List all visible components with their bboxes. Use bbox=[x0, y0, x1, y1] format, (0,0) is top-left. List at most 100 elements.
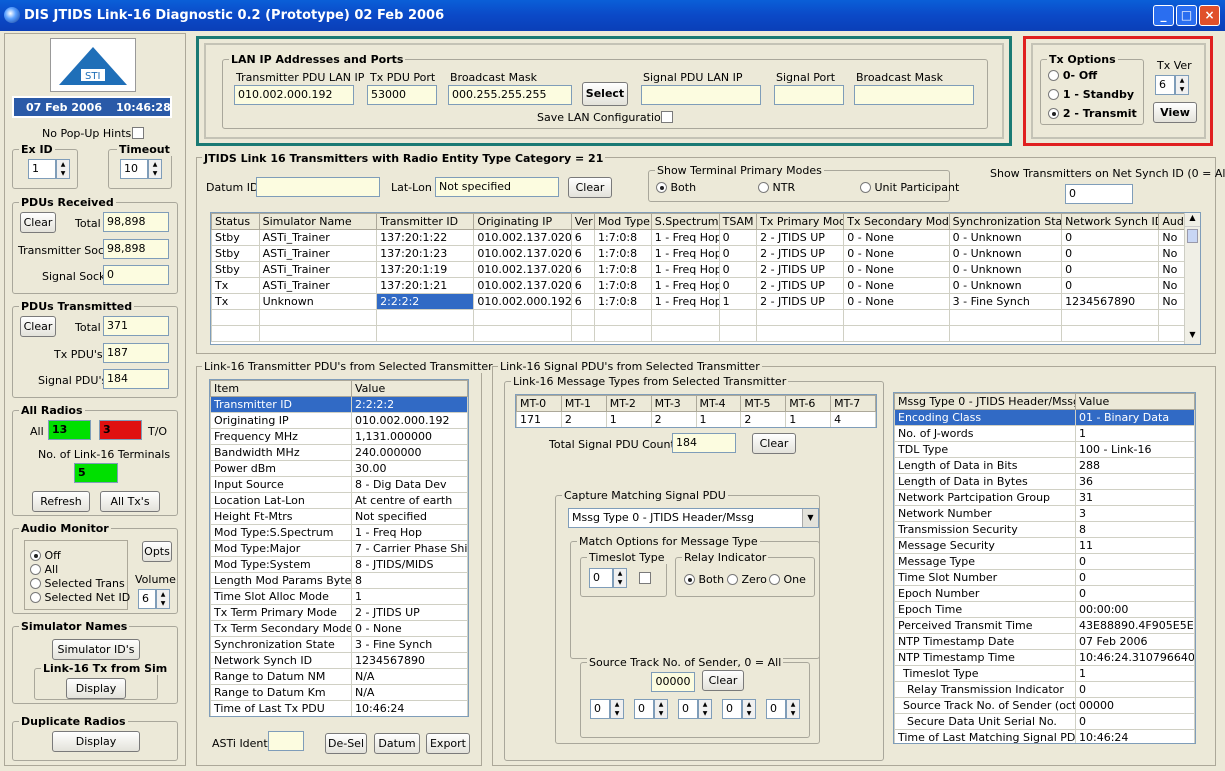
column-header[interactable]: Status bbox=[211, 213, 260, 230]
signal-clear-button[interactable]: Clear bbox=[752, 433, 796, 454]
list-item[interactable]: NTP Timestamp Time 10:46:24.310796640 bbox=[894, 649, 1195, 666]
datum-clear-button[interactable]: Clear bbox=[568, 177, 612, 198]
exid-spinner[interactable]: ▲ ▼ bbox=[56, 159, 70, 179]
sig-ip-input[interactable] bbox=[641, 85, 761, 105]
mode-both-radio[interactable]: Both bbox=[656, 181, 696, 194]
list-item[interactable]: No. of J-words 1 bbox=[894, 425, 1195, 442]
tx-off-radio[interactable]: 0- Off bbox=[1048, 69, 1097, 82]
octal-digit-spinner[interactable]: ▲ ▼ bbox=[786, 699, 800, 719]
list-item[interactable]: Time of Last Matching Signal PDU 10:46:24 bbox=[894, 729, 1195, 743]
net-synch-input[interactable]: 0 bbox=[1065, 184, 1133, 204]
column-header[interactable]: Transmitter ID bbox=[376, 213, 475, 230]
column-header[interactable]: Simulator Name bbox=[258, 213, 378, 230]
desel-button[interactable]: De-Sel bbox=[325, 733, 367, 754]
list-item[interactable]: Message Type 0 bbox=[894, 553, 1195, 570]
scroll-thumb[interactable] bbox=[1187, 229, 1198, 243]
dup-display-button[interactable]: Display bbox=[52, 731, 140, 752]
list-item[interactable]: Network Number 3 bbox=[894, 505, 1195, 522]
column-header[interactable]: Ver bbox=[570, 213, 595, 230]
column-header[interactable]: Tx Secondary Mode bbox=[843, 213, 950, 230]
opts-button[interactable]: Opts bbox=[142, 541, 172, 562]
simulator-ids-button[interactable]: Simulator ID's bbox=[52, 639, 140, 660]
list-item[interactable]: Tx Term Secondary Mode 0 - None bbox=[210, 620, 468, 637]
all-txs-button[interactable]: All Tx's bbox=[100, 491, 160, 512]
octal-digit-spinner[interactable]: ▲ ▼ bbox=[742, 699, 756, 719]
column-header[interactable]: Mod Type bbox=[593, 213, 652, 230]
list-item[interactable]: Originating IP 010.002.000.192 bbox=[210, 412, 468, 429]
octal-digit-input[interactable]: 0 bbox=[766, 699, 786, 719]
list-item[interactable]: Synchronization State 3 - Fine Synch bbox=[210, 636, 468, 653]
refresh-button[interactable]: Refresh bbox=[32, 491, 90, 512]
maximize-button[interactable]: □ bbox=[1176, 5, 1197, 26]
list-item[interactable]: Time of Last Tx PDU 10:46:24 bbox=[210, 700, 468, 716]
audio-all-radio[interactable]: All bbox=[30, 563, 58, 576]
tx-transmit-radio[interactable]: 2 - Transmit bbox=[1048, 107, 1137, 120]
message-types-table[interactable]: MT-0 MT-1 MT-2 MT-3 MT-4 MT-5 MT-6 MT-7 171 2 1 2 1… bbox=[515, 394, 877, 428]
list-item[interactable]: Location Lat-Lon At centre of earth bbox=[210, 492, 468, 509]
list-item[interactable]: Power dBm 30.00 bbox=[210, 460, 468, 477]
mode-unit-radio[interactable]: Unit Participant bbox=[860, 181, 959, 194]
list-item[interactable]: Time Slot Alloc Mode 1 bbox=[210, 588, 468, 605]
chevron-down-icon[interactable]: ▼ bbox=[802, 509, 818, 527]
column-header[interactable]: Synchronization State bbox=[948, 213, 1063, 230]
list-item[interactable]: Encoding Class 01 - Binary Data bbox=[894, 409, 1195, 426]
octal-digit-spinner[interactable]: ▲ ▼ bbox=[610, 699, 624, 719]
column-header[interactable]: S.Spectrum bbox=[650, 213, 720, 230]
relay-zero-radio[interactable]: Zero bbox=[727, 573, 767, 586]
pdus-transmitted-clear-button[interactable]: Clear bbox=[20, 316, 56, 337]
list-item[interactable]: Length of Data in Bits 288 bbox=[894, 457, 1195, 474]
column-header[interactable]: TSAM bbox=[718, 213, 758, 230]
audio-selected-trans-radio[interactable]: Selected Trans bbox=[30, 577, 125, 590]
timeslot-type-spinner[interactable]: ▲ ▼ bbox=[613, 568, 627, 588]
column-header[interactable]: Tx Primary Mode bbox=[756, 213, 845, 230]
list-item[interactable]: Bandwidth MHz 240.000000 bbox=[210, 444, 468, 461]
lat-lon-input[interactable]: Not specified bbox=[435, 177, 559, 197]
source-track-clear-button[interactable]: Clear bbox=[702, 670, 744, 691]
list-item[interactable]: Timeslot Type 1 bbox=[894, 665, 1195, 682]
list-item[interactable]: Range to Datum NM N/A bbox=[210, 668, 468, 685]
datum-id-input[interactable] bbox=[256, 177, 380, 197]
octal-digit-input[interactable]: 0 bbox=[590, 699, 610, 719]
mt-value-row[interactable]: 171 2 1 2 1 2 1 4 bbox=[516, 411, 876, 427]
close-button[interactable]: × bbox=[1199, 5, 1220, 26]
select-button[interactable]: Select bbox=[582, 82, 628, 106]
list-item[interactable]: Length of Data in Bytes 36 bbox=[894, 473, 1195, 490]
timeout-input[interactable]: 10 bbox=[120, 159, 148, 179]
tx-port-input[interactable]: 53000 bbox=[367, 85, 437, 105]
list-item[interactable]: Mod Type:System 8 - JTIDS/MIDS bbox=[210, 556, 468, 573]
list-item[interactable]: Height Ft-Mtrs Not specified bbox=[210, 508, 468, 525]
list-item[interactable]: Tx Term Primary Mode 2 - JTIDS UP bbox=[210, 604, 468, 621]
audio-selected-net-radio[interactable]: Selected Net ID bbox=[30, 591, 130, 604]
table-row[interactable]: Stby ASTi_Trainer 137:20:1:22 010.002.137.0… bbox=[211, 229, 1200, 246]
list-item[interactable]: Transmitter ID 2:2:2:2 bbox=[210, 396, 468, 413]
sig-port-input[interactable] bbox=[774, 85, 844, 105]
timeout-spinner[interactable]: ▲ ▼ bbox=[148, 159, 162, 179]
list-item[interactable]: Message Security 11 bbox=[894, 537, 1195, 554]
capture-select[interactable]: Mssg Type 0 - JTIDS Header/Mssg ▼ bbox=[568, 508, 819, 528]
title-bar[interactable]: DIS JTIDS Link-16 Diagnostic 0.2 (Protot… bbox=[0, 0, 1225, 31]
asti-ident-input[interactable] bbox=[268, 731, 304, 751]
transmitters-table[interactable]: Status Simulator Name Transmitter ID Origin… bbox=[210, 212, 1201, 345]
octal-digit-input[interactable]: 0 bbox=[678, 699, 698, 719]
column-header[interactable]: Originating IP bbox=[473, 213, 572, 230]
scroll-up-icon[interactable]: ▲ bbox=[1185, 213, 1200, 227]
tx-standby-radio[interactable]: 1 - Standby bbox=[1048, 88, 1134, 101]
pdus-received-clear-button[interactable]: Clear bbox=[20, 212, 56, 233]
exid-input[interactable]: 1 bbox=[28, 159, 56, 179]
tx-ver-spinner[interactable]: ▲ ▼ bbox=[1175, 75, 1189, 95]
mode-ntr-radio[interactable]: NTR bbox=[758, 181, 795, 194]
save-lan-checkbox[interactable] bbox=[661, 111, 673, 123]
list-item[interactable]: Frequency MHz 1,131.000000 bbox=[210, 428, 468, 445]
table-row[interactable]: Stby ASTi_Trainer 137:20:1:23 010.002.137.0… bbox=[211, 245, 1200, 262]
timeslot-type-checkbox[interactable] bbox=[639, 572, 651, 584]
list-item[interactable]: Perceived Transmit Time 43E88890.4F905E5E bbox=[894, 617, 1195, 634]
sig-bmask-input[interactable] bbox=[854, 85, 974, 105]
list-item[interactable]: Range to Datum Km N/A bbox=[210, 684, 468, 701]
list-item[interactable]: Epoch Number 0 bbox=[894, 585, 1195, 602]
column-header[interactable]: Network Synch ID bbox=[1061, 213, 1160, 230]
no-popup-checkbox[interactable] bbox=[132, 127, 144, 139]
list-item[interactable]: Secure Data Unit Serial No. 0 bbox=[894, 713, 1195, 730]
export-button[interactable]: Export bbox=[426, 733, 470, 754]
list-item[interactable]: Epoch Time 00:00:00 bbox=[894, 601, 1195, 618]
list-item[interactable]: Input Source 8 - Dig Data Dev bbox=[210, 476, 468, 493]
